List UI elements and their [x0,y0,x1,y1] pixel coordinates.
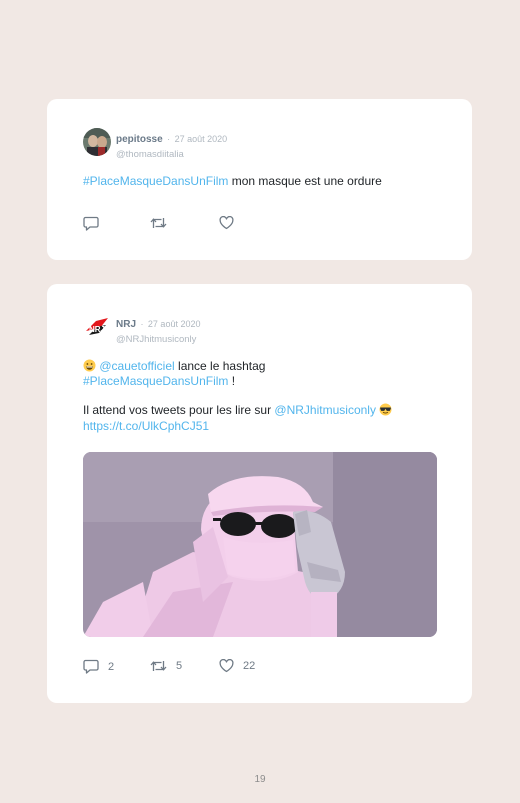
reply-count: 2 [108,660,115,673]
mention-link[interactable]: @NRJhitmusiconly [274,403,376,417]
author-handle[interactable]: @NRJhitmusiconly [116,334,200,345]
retweet-count: 5 [176,660,183,672]
page-number: 19 [254,774,266,785]
author-name[interactable]: NRJ [116,319,136,330]
tweet-date[interactable]: 27 août 2020 [148,319,201,329]
retweet-button[interactable]: 5 [150,659,182,673]
author-handle[interactable]: @thomasdiitalia [116,149,227,160]
nrj-logo-text: NRJ [89,325,105,334]
reply-icon [83,216,99,231]
hashtag-link[interactable]: #PlaceMasqueDansUnFilm [83,374,228,388]
tweet-line-4: https://t.co/UlkCphCJ51 [83,419,209,434]
separator-dot: · [140,319,144,329]
tweet-card: pepitosse · 27 août 2020 @thomasdiitalia… [47,99,472,260]
mention-link[interactable]: @cauetofficiel [99,359,174,373]
tweet-text: #PlaceMasqueDansUnFilm mon masque est un… [83,174,382,189]
author-name[interactable]: pepitosse [116,134,163,145]
reply-icon [83,659,99,674]
avatar[interactable]: NRJ [83,313,111,341]
retweet-icon [150,218,167,228]
separator-dot: · [167,134,171,144]
tweet-meta: NRJ · 27 août 2020 @NRJhitmusiconly [116,314,200,345]
url-link[interactable]: https://t.co/UlkCphCJ51 [83,419,209,433]
reply-button[interactable] [83,216,99,231]
tweet-line-3: Il attend vos tweets pour les lire sur @… [83,403,392,420]
tweet-meta: pepitosse · 27 août 2020 @thomasdiitalia [116,129,227,160]
tweet-media-image[interactable] [83,452,437,637]
tweet-card: NRJ NRJ · 27 août 2020 @NRJhitmusiconly … [47,284,472,703]
like-button[interactable]: 22 [219,659,255,673]
tweet-line-2: #PlaceMasqueDansUnFilm ! [83,374,235,389]
tweet-text-body: Il attend vos tweets pour les lire sur [83,403,275,417]
tweet-text-body: mon masque est une ordure [228,174,382,188]
heart-icon [219,659,234,673]
reply-button[interactable]: 2 [83,659,114,674]
avatar[interactable] [83,128,111,156]
tweet-date[interactable]: 27 août 2020 [175,134,228,144]
sunglasses-face-emoji-icon [379,403,392,420]
heart-icon [219,216,234,230]
like-count: 22 [243,660,256,672]
like-button[interactable] [219,216,234,230]
tweet-text-body: ! [228,374,236,388]
retweet-button[interactable] [150,216,167,230]
tweet-text-body: lance le hashtag [174,359,266,373]
hashtag-link[interactable]: #PlaceMasqueDansUnFilm [83,174,228,188]
retweet-icon [150,661,167,671]
